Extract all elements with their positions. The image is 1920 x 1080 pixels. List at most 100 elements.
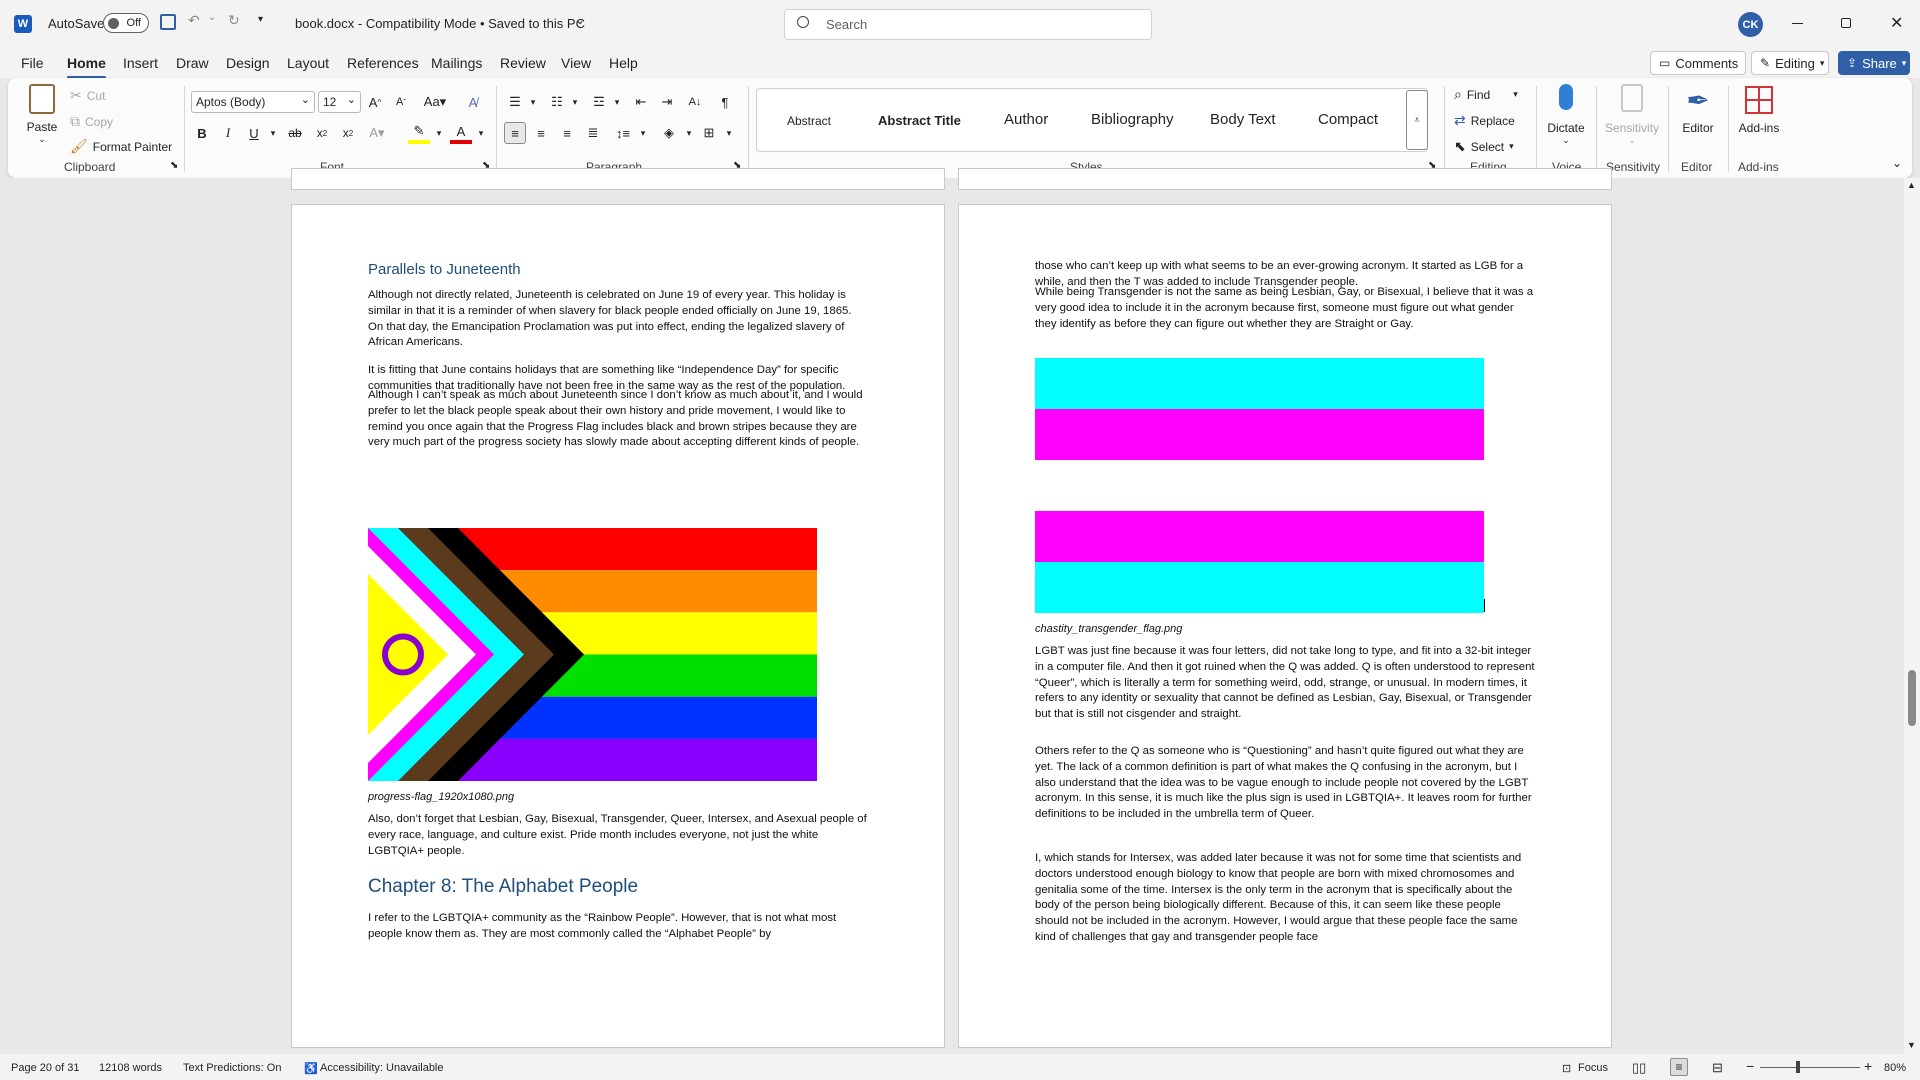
close-icon[interactable]: ✕ xyxy=(1890,13,1903,33)
show-formatting-icon[interactable]: ¶ xyxy=(714,91,736,113)
page-left[interactable]: Parallels to Juneteenth Although not dir… xyxy=(291,204,945,1048)
accessibility-status[interactable]: Accessibility: Unavailable xyxy=(320,1062,444,1074)
cut-button[interactable]: ✂ Cut xyxy=(70,87,105,104)
customize-toolbar-icon[interactable]: ▾ xyxy=(258,14,263,25)
text-effects-icon[interactable]: A▾ xyxy=(366,122,388,144)
scroll-up-icon[interactable]: ▲ xyxy=(1907,180,1916,190)
borders-icon[interactable]: ⊞ xyxy=(698,122,720,144)
font-color-icon[interactable]: A xyxy=(450,122,472,144)
zoom-slider[interactable] xyxy=(1760,1061,1860,1073)
read-mode-icon[interactable]: ▯▯ xyxy=(1632,1060,1646,1076)
zoom-slider-thumb[interactable] xyxy=(1796,1061,1800,1073)
dictate-button[interactable]: Dictate ⌄ xyxy=(1542,84,1590,146)
document-title[interactable]: book.docx - Compatibility Mode • Saved t… xyxy=(295,16,585,31)
highlight-dropdown-icon[interactable]: ▾ xyxy=(428,122,450,144)
redo-icon[interactable]: ↻ xyxy=(228,12,240,29)
decrease-indent-icon[interactable]: ⇤ xyxy=(630,91,652,113)
tab-layout[interactable]: Layout xyxy=(287,55,329,71)
save-icon[interactable] xyxy=(160,14,176,30)
borders-dropdown-icon[interactable]: ▾ xyxy=(718,122,740,144)
find-button[interactable]: ⌕ Find ▾ xyxy=(1454,86,1518,103)
collapse-ribbon-icon[interactable]: ⌄ xyxy=(1892,156,1902,170)
dialog-launcher-icon[interactable]: ⬊ xyxy=(170,160,178,171)
text-predictions-status[interactable]: Text Predictions: On xyxy=(183,1062,281,1074)
tab-insert[interactable]: Insert xyxy=(123,55,158,71)
font-color-dropdown-icon[interactable]: ▾ xyxy=(470,122,492,144)
page-count[interactable]: Page 20 of 31 xyxy=(11,1062,80,1074)
tab-home[interactable]: Home xyxy=(67,55,106,79)
increase-indent-icon[interactable]: ⇥ xyxy=(656,91,678,113)
sensitivity-button[interactable]: Sensitivity ⌄ xyxy=(1602,84,1662,146)
zoom-level[interactable]: 80% xyxy=(1884,1062,1906,1074)
page-right[interactable]: those who can’t keep up with what seems … xyxy=(958,204,1612,1048)
focus-button[interactable]: Focus xyxy=(1578,1062,1608,1074)
title-dropdown-icon[interactable]: ⌄ xyxy=(575,13,585,27)
web-layout-icon[interactable]: ⊟ xyxy=(1712,1060,1723,1076)
font-family-select[interactable]: Aptos (Body) xyxy=(191,91,315,113)
undo-icon[interactable]: ↶ xyxy=(188,12,200,29)
tab-file[interactable]: File xyxy=(21,55,44,71)
subscript-icon[interactable]: x2 xyxy=(311,122,333,144)
style-compact[interactable]: Compact xyxy=(1318,111,1378,128)
minimize-icon[interactable] xyxy=(1792,23,1803,24)
replace-button[interactable]: ⇄ Replace xyxy=(1454,112,1515,129)
vertical-scrollbar[interactable]: ▲ ▼ xyxy=(1904,178,1920,1054)
tab-help[interactable]: Help xyxy=(609,55,638,71)
tab-draw[interactable]: Draw xyxy=(176,55,209,71)
transgender-flag-image[interactable] xyxy=(1035,358,1484,613)
addins-button[interactable]: Add-ins xyxy=(1734,84,1784,135)
zoom-out-icon[interactable]: − xyxy=(1746,1058,1754,1074)
autosave-toggle[interactable]: Off xyxy=(103,13,149,33)
tab-design[interactable]: Design xyxy=(226,55,270,71)
styles-more-button[interactable]: ⩡ xyxy=(1406,90,1428,150)
undo-dropdown-icon[interactable]: ⌄ xyxy=(208,12,216,23)
clear-formatting-icon[interactable]: A̸ xyxy=(462,91,484,113)
change-case-icon[interactable]: Aa▾ xyxy=(420,91,450,113)
avatar[interactable]: CK xyxy=(1738,12,1763,37)
scrollbar-thumb[interactable] xyxy=(1908,670,1916,726)
search-input[interactable]: Search xyxy=(826,17,867,32)
select-button[interactable]: ⬉ Select ▾ xyxy=(1454,138,1514,155)
bullets-dropdown-icon[interactable]: ▾ xyxy=(522,91,544,113)
search-box[interactable]: Search xyxy=(784,9,1152,40)
format-painter-button[interactable]: 🖌 Format Painter xyxy=(70,138,172,155)
editing-mode-button[interactable]: ✎ Editing ▾ xyxy=(1751,51,1829,75)
tab-review[interactable]: Review xyxy=(500,55,546,71)
scroll-down-icon[interactable]: ▼ xyxy=(1907,1040,1916,1050)
bold-icon[interactable]: B xyxy=(191,122,213,144)
shading-icon[interactable]: ◈ xyxy=(658,122,680,144)
editor-button[interactable]: ✒ Editor xyxy=(1674,84,1722,135)
style-body-text[interactable]: Body Text xyxy=(1210,111,1276,128)
numbering-dropdown-icon[interactable]: ▾ xyxy=(564,91,586,113)
tab-mailings[interactable]: Mailings xyxy=(431,55,482,71)
style-abstract[interactable]: Abstract xyxy=(787,114,831,128)
sort-icon[interactable]: A↓ xyxy=(684,91,706,113)
comments-button[interactable]: ▭ Comments xyxy=(1650,51,1746,75)
progress-flag-image[interactable] xyxy=(368,528,817,781)
print-layout-icon[interactable]: ≡ xyxy=(1670,1058,1688,1076)
align-right-icon[interactable]: ≡ xyxy=(556,122,578,144)
justify-icon[interactable]: ≣ xyxy=(582,122,604,144)
word-count[interactable]: 12108 words xyxy=(99,1062,162,1074)
paste-button[interactable]: Paste ⌄ xyxy=(24,84,60,154)
highlight-icon[interactable]: ✎ xyxy=(408,122,430,144)
italic-icon[interactable]: I xyxy=(217,122,239,144)
decrease-font-icon[interactable]: Aˇ xyxy=(390,91,412,113)
copy-button[interactable]: ⧉ Copy xyxy=(70,113,113,130)
shading-dropdown-icon[interactable]: ▾ xyxy=(678,122,700,144)
tab-view[interactable]: View xyxy=(561,55,591,71)
tab-references[interactable]: References xyxy=(347,55,419,71)
strikethrough-icon[interactable]: ab xyxy=(284,122,306,144)
style-bibliography[interactable]: Bibliography xyxy=(1091,111,1174,128)
increase-font-icon[interactable]: A ^ xyxy=(364,91,386,113)
style-author[interactable]: Author xyxy=(1004,111,1048,128)
underline-dropdown-icon[interactable]: ▾ xyxy=(262,122,284,144)
superscript-icon[interactable]: x2 xyxy=(337,122,359,144)
line-spacing-dropdown-icon[interactable]: ▾ xyxy=(632,122,654,144)
zoom-in-icon[interactable]: + xyxy=(1864,1058,1872,1074)
style-abstract-title[interactable]: Abstract Title xyxy=(878,113,961,128)
share-button[interactable]: ⇪ Share ▾ xyxy=(1838,51,1910,75)
font-size-select[interactable]: 12 xyxy=(318,91,361,113)
align-left-icon[interactable]: ≡ xyxy=(504,122,526,144)
restore-icon[interactable] xyxy=(1841,18,1851,28)
